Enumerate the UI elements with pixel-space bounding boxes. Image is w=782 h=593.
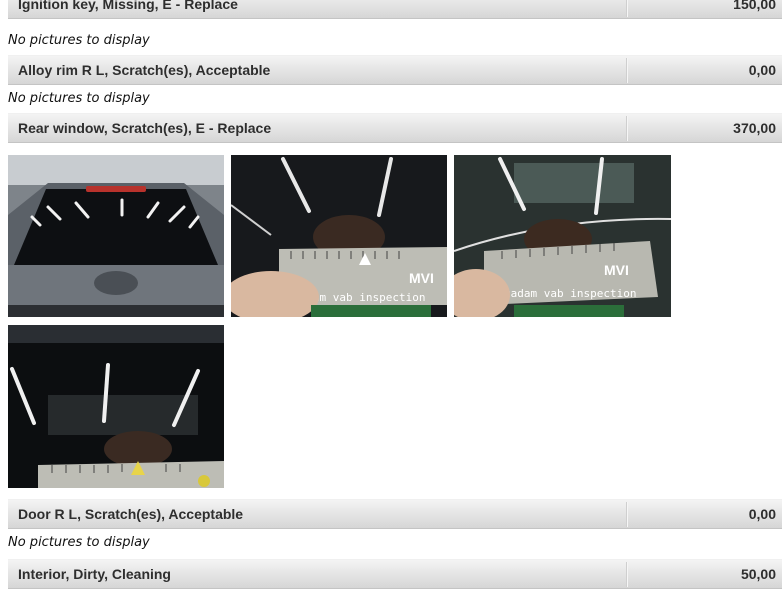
damage-label: Rear window, Scratch(es), E - Replace [18,120,272,136]
ruler-brand-text: MVI [409,270,434,286]
damage-amount: 370,00 [733,120,776,136]
damage-photo-scratch-ruler-2[interactable]: MVI cadam vab inspection [454,155,671,317]
no-pictures-message: No pictures to display [8,33,150,48]
damage-row-door[interactable]: Door R L, Scratch(es), Acceptable 0,00 [8,499,782,529]
column-divider [626,562,628,587]
no-pictures-message: No pictures to display [8,91,150,106]
damage-row-rear-window[interactable]: Rear window, Scratch(es), E - Replace 37… [8,113,782,143]
damage-amount: 0,00 [748,506,776,522]
damage-row-interior[interactable]: Interior, Dirty, Cleaning 50,00 [8,559,782,589]
column-divider [626,0,628,17]
damage-amount: 50,00 [740,566,776,582]
damage-label: Interior, Dirty, Cleaning [18,566,171,582]
damage-amount: 0,00 [748,62,776,78]
column-divider [626,58,628,83]
ruler-brand-text: MVI [604,262,629,278]
damage-photo-car-rear[interactable] [8,155,224,317]
damage-amount: 150,00 [733,0,776,12]
damage-row-ignition-key[interactable]: Ignition key, Missing, E - Replace 150,0… [8,0,782,19]
damage-photo-scratch-ruler[interactable]: MVI cadam vab inspection [231,155,447,317]
damage-label: Door R L, Scratch(es), Acceptable [18,506,244,522]
column-divider [626,502,628,527]
column-divider [626,116,628,141]
damage-row-alloy-rim[interactable]: Alloy rim R L, Scratch(es), Acceptable 0… [8,55,782,85]
damage-label: Ignition key, Missing, E - Replace [18,0,238,12]
damage-photo-window-scratch[interactable] [8,325,224,488]
ruler-caption-text: cadam vab inspection [504,287,636,300]
no-pictures-message: No pictures to display [8,535,150,550]
damage-label: Alloy rim R L, Scratch(es), Acceptable [18,62,271,78]
